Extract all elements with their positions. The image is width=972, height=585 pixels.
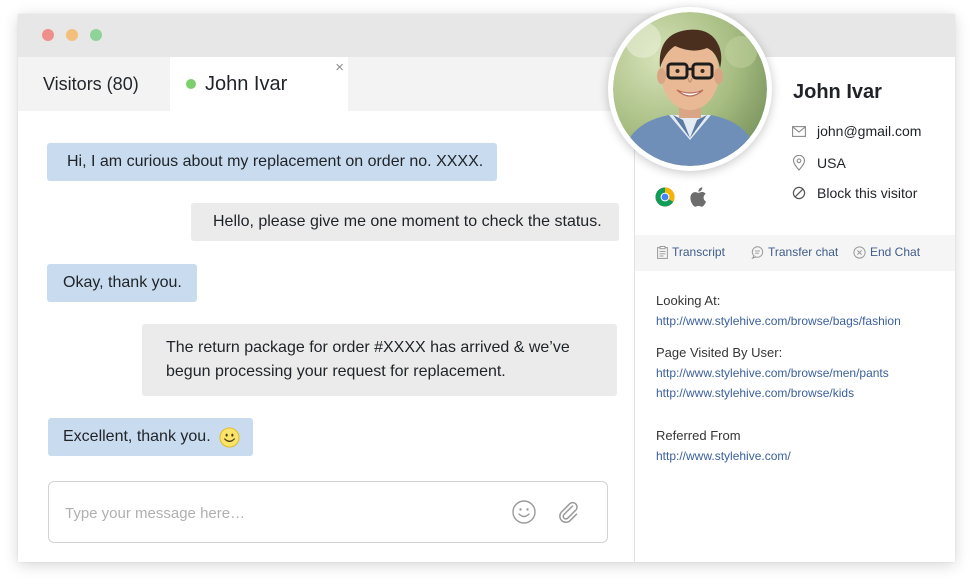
visitor-email-row: john@gmail.com [792,123,921,139]
tab-bar: Visitors (80) John Ivar × [18,57,634,111]
block-icon [792,186,806,200]
visitor-email: john@gmail.com [817,123,922,139]
chrome-icon [655,187,675,207]
end-chat-label: End Chat [870,245,921,259]
chat-actions-bar: Transcript Transfer chat End Chat [635,235,955,271]
end-chat-button[interactable]: End Chat [853,245,920,259]
online-status-dot [186,79,196,89]
transcript-button[interactable]: Transcript [657,245,725,259]
message-text: The return package for order #XXXX has a… [166,339,570,380]
message-agent: The return package for order #XXXX has a… [142,324,617,396]
message-text: Hi, I am curious about my replacement on… [67,153,484,170]
visitor-platform-icons [655,187,721,207]
message-text: Okay, thank you. [63,274,182,291]
message-text: Hello, please give me one moment to chec… [213,213,602,230]
referred-from-label: Referred From [656,428,741,443]
minimize-window-button[interactable] [66,29,78,41]
title-bar [18,14,955,57]
close-circle-icon [853,245,866,259]
message-text: Excellent, thank you. [63,428,211,445]
visited-page-link[interactable]: http://www.stylehive.com/browse/men/pant… [656,366,889,380]
looking-at-link[interactable]: http://www.stylehive.com/browse/bags/fas… [656,314,901,328]
tab-john-ivar[interactable]: John Ivar × [170,57,348,111]
tab-visitors-label: Visitors (80) [43,73,139,94]
close-tab-icon[interactable]: × [335,59,344,76]
envelope-icon [792,125,806,137]
referred-from-link[interactable]: http://www.stylehive.com/ [656,449,791,463]
transfer-chat-label: Transfer chat [768,245,839,259]
message-agent: Hello, please give me one moment to chec… [191,203,619,241]
transcript-label: Transcript [672,245,725,259]
message-visitor: Excellent, thank you. [48,418,253,456]
tab-visitors[interactable]: Visitors (80) [43,57,139,111]
message-composer [48,481,608,543]
visitor-country-row: USA [792,155,846,171]
visitor-name: John Ivar [793,81,882,103]
visitor-country: USA [817,155,846,171]
chat-area: Hi, I am curious about my replacement on… [18,111,634,562]
avatar [608,7,772,171]
visitor-photo [613,12,767,166]
apple-icon [690,187,706,207]
close-window-button[interactable] [42,29,54,41]
maximize-window-button[interactable] [90,29,102,41]
smiley-icon[interactable] [511,499,537,525]
message-visitor: Hi, I am curious about my replacement on… [47,143,498,181]
transfer-chat-button[interactable]: Transfer chat [751,245,838,259]
tab-john-ivar-label: John Ivar [205,72,288,95]
visited-page-link[interactable]: http://www.stylehive.com/browse/kids [656,386,854,400]
clipboard-icon [657,245,668,259]
paperclip-icon[interactable] [555,499,581,525]
pages-visited-label: Page Visited By User: [656,345,783,360]
smiley-icon [219,426,240,448]
chat-window: Visitors (80) John Ivar × Hi, I am curio… [18,14,955,562]
block-visitor-label: Block this visitor [817,185,918,201]
looking-at-label: Looking At: [656,293,721,308]
chat-bubble-icon [751,245,764,259]
message-visitor: Okay, thank you. [47,264,197,302]
message-input[interactable] [63,501,497,525]
block-visitor-button[interactable]: Block this visitor [792,185,917,201]
location-pin-icon [792,155,806,171]
